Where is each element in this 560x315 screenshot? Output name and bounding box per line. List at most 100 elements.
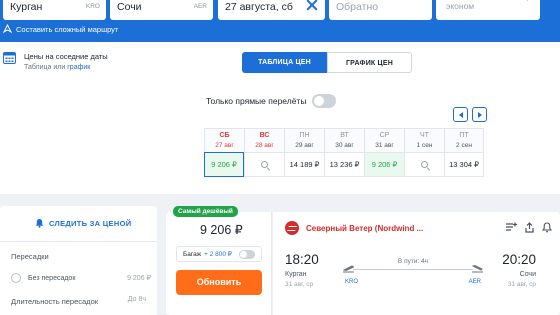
complex-route-link[interactable]: Составить сложный маршрут (3, 22, 118, 36)
arrival-time: 20:20 (502, 252, 536, 267)
calendar-price-cell[interactable]: 9 206 ₽ (364, 152, 404, 177)
next-dates-button[interactable] (472, 107, 487, 122)
departure-city: Курган (285, 271, 307, 278)
radio-icon (11, 273, 21, 283)
nearby-title: Цены на соседние даты (24, 52, 108, 61)
calendar-day-column: ВС 28 авг (244, 128, 284, 177)
return-date-field[interactable]: Обратно (329, 0, 432, 20)
destination-code: AER (193, 3, 207, 10)
origin-code: KRO (85, 3, 100, 10)
date-label: 30 авг (335, 142, 354, 149)
nearby-dates: Цены на соседние даты Таблица или график (3, 51, 108, 73)
calendar-day-header: ВС 28 авг (244, 128, 284, 152)
view-toggle: ТАБЛИЦА ЦЕН ГРАФИК ЦЕН (242, 52, 412, 73)
no-transfers-option[interactable]: Без пересадок 9 206 ₽ (11, 272, 151, 284)
calendar-price-cell[interactable] (244, 152, 284, 177)
search-header: Курган KRO Сочи AER 27 августа, сб Обрат… (0, 0, 560, 42)
share-icon[interactable] (525, 222, 534, 233)
ticket-info: Северный Ветер (Nordwind ... 18:20 20:20… (273, 212, 560, 315)
calendar-price-cell[interactable] (404, 152, 444, 177)
arrival-city: Сочи (519, 271, 536, 278)
baggage-option[interactable]: Багаж + 2 800 ₽ (176, 246, 262, 262)
subscribe-label: СЛЕДИТЬ ЗА ЦЕНОЙ (49, 218, 132, 228)
nearby-sub-prefix: Таблица или (24, 64, 66, 71)
price-label: 9 206 ₽ (211, 160, 237, 169)
weekday-label: СБ (219, 132, 230, 139)
calendar-day-header: СР 31 авг (364, 128, 404, 152)
return-placeholder: Обратно (336, 1, 379, 13)
baggage-toggle[interactable] (239, 250, 255, 259)
date-label: 28 авг (255, 142, 274, 149)
chart-link[interactable]: график (67, 64, 90, 71)
price-label: 9 206 ₽ (371, 160, 398, 169)
weekday-label: СР (379, 132, 390, 139)
calendar-day-column: СБ 27 авг 9 206 ₽ (204, 128, 244, 177)
airline-name[interactable]: Северный Ветер (Nordwind ... (306, 224, 423, 233)
weekday-label: ЧТ (420, 132, 429, 139)
calendar-day-column: ЧТ 1 сен (404, 128, 444, 177)
route-icon (3, 24, 12, 34)
depart-date: 27 августа, сб (225, 1, 293, 13)
flight-duration: В пути: 4ч (397, 258, 429, 265)
calendar-price-cell[interactable]: 14 189 ₽ (284, 152, 324, 177)
no-transfers-label: Без пересадок (28, 274, 76, 282)
price-calendar-panel: Цены на соседние даты Таблица или график… (0, 42, 560, 194)
price-label: 13 236 ₽ (329, 160, 360, 169)
compare-list-icon[interactable] (506, 222, 517, 232)
calendar-day-column: ПН 29 авг 14 189 ₽ (284, 128, 324, 177)
date-label: 2 сен (456, 142, 472, 149)
airline-logo-icon (285, 221, 299, 235)
ticket-price: 9 206 ₽ (200, 223, 243, 237)
nearby-subtitle: Таблица или график (24, 62, 108, 73)
clear-date-icon[interactable] (305, 0, 319, 12)
search-icon (261, 161, 268, 168)
destination-field[interactable]: Сочи AER (110, 0, 213, 20)
prev-dates-button[interactable] (453, 107, 468, 122)
route-line: В пути: 4ч KRO AER (343, 256, 483, 286)
calendar-day-header: ПТ 2 сен (444, 128, 484, 152)
direct-only-filter[interactable]: Только прямые перелёты (206, 94, 337, 108)
weekday-label: ПН (299, 132, 310, 139)
calendar-day-header: ПН 29 авг (284, 128, 324, 152)
price-calendar: СБ 27 авг 9 206 ₽ ВС 28 авг ПН 29 авг 14 189 ₽ В… (204, 128, 484, 177)
cabin-class: эконом (446, 1, 475, 11)
depart-date-field[interactable]: 27 августа, сб (218, 0, 325, 20)
date-label: 29 авг (295, 142, 314, 149)
price-label: 14 189 ₽ (289, 160, 320, 169)
subscribe-button[interactable]: СЛЕДИТЬ ЗА ЦЕНОЙ (35, 218, 131, 228)
date-label: 1 сен (416, 142, 433, 149)
landing-icon (472, 264, 483, 273)
buy-button[interactable]: Обновить (176, 270, 262, 295)
arrival-date: 31 авг, ср (507, 281, 536, 288)
no-transfers-price: 9 206 ₽ (127, 275, 151, 282)
date-label: 27 авг (215, 142, 234, 149)
bell-outline-icon[interactable] (542, 222, 552, 233)
route-divider (353, 269, 473, 270)
departure-date: 31 авг, ср (285, 281, 314, 288)
arrival-code: AER (468, 279, 481, 285)
filters-panel: Пересадки Без пересадок 9 206 ₽ Длительн… (0, 241, 157, 315)
tab-price-chart[interactable]: ГРАФИК ЦЕН (327, 52, 412, 73)
baggage-price: + 2 800 ₽ (204, 251, 232, 258)
calendar-price-cell[interactable]: 13 236 ₽ (324, 152, 364, 177)
search-icon (421, 161, 428, 168)
transfers-title: Пересадки (11, 252, 49, 261)
calendar-price-cell[interactable]: 13 304 ₽ (444, 152, 484, 177)
direct-only-toggle[interactable] (312, 94, 337, 108)
origin-city: Курган (10, 1, 43, 13)
complex-route-label: Составить сложный маршрут (16, 24, 119, 34)
calendar-day-column: ПТ 2 сен 13 304 ₽ (444, 128, 484, 177)
departure-time: 18:20 (285, 252, 319, 267)
origin-field[interactable]: Курган KRO (3, 0, 106, 20)
price-label: 13 304 ₽ (449, 160, 479, 169)
departure-code: KRO (345, 279, 359, 285)
passengers-field[interactable]: эконом (436, 0, 540, 20)
calendar-price-cell[interactable]: 9 206 ₽ (204, 152, 244, 177)
baggage-label: Багаж (183, 250, 202, 258)
calendar-day-header: ЧТ 1 сен (404, 128, 444, 152)
calendar-icon (3, 52, 16, 64)
duration-title: Длительность пересадок (11, 297, 99, 306)
calendar-day-column: СР 31 авг 9 206 ₽ (364, 128, 404, 177)
tab-price-table[interactable]: ТАБЛИЦА ЦЕН (242, 52, 327, 73)
direct-only-label: Только прямые перелёты (206, 96, 307, 106)
